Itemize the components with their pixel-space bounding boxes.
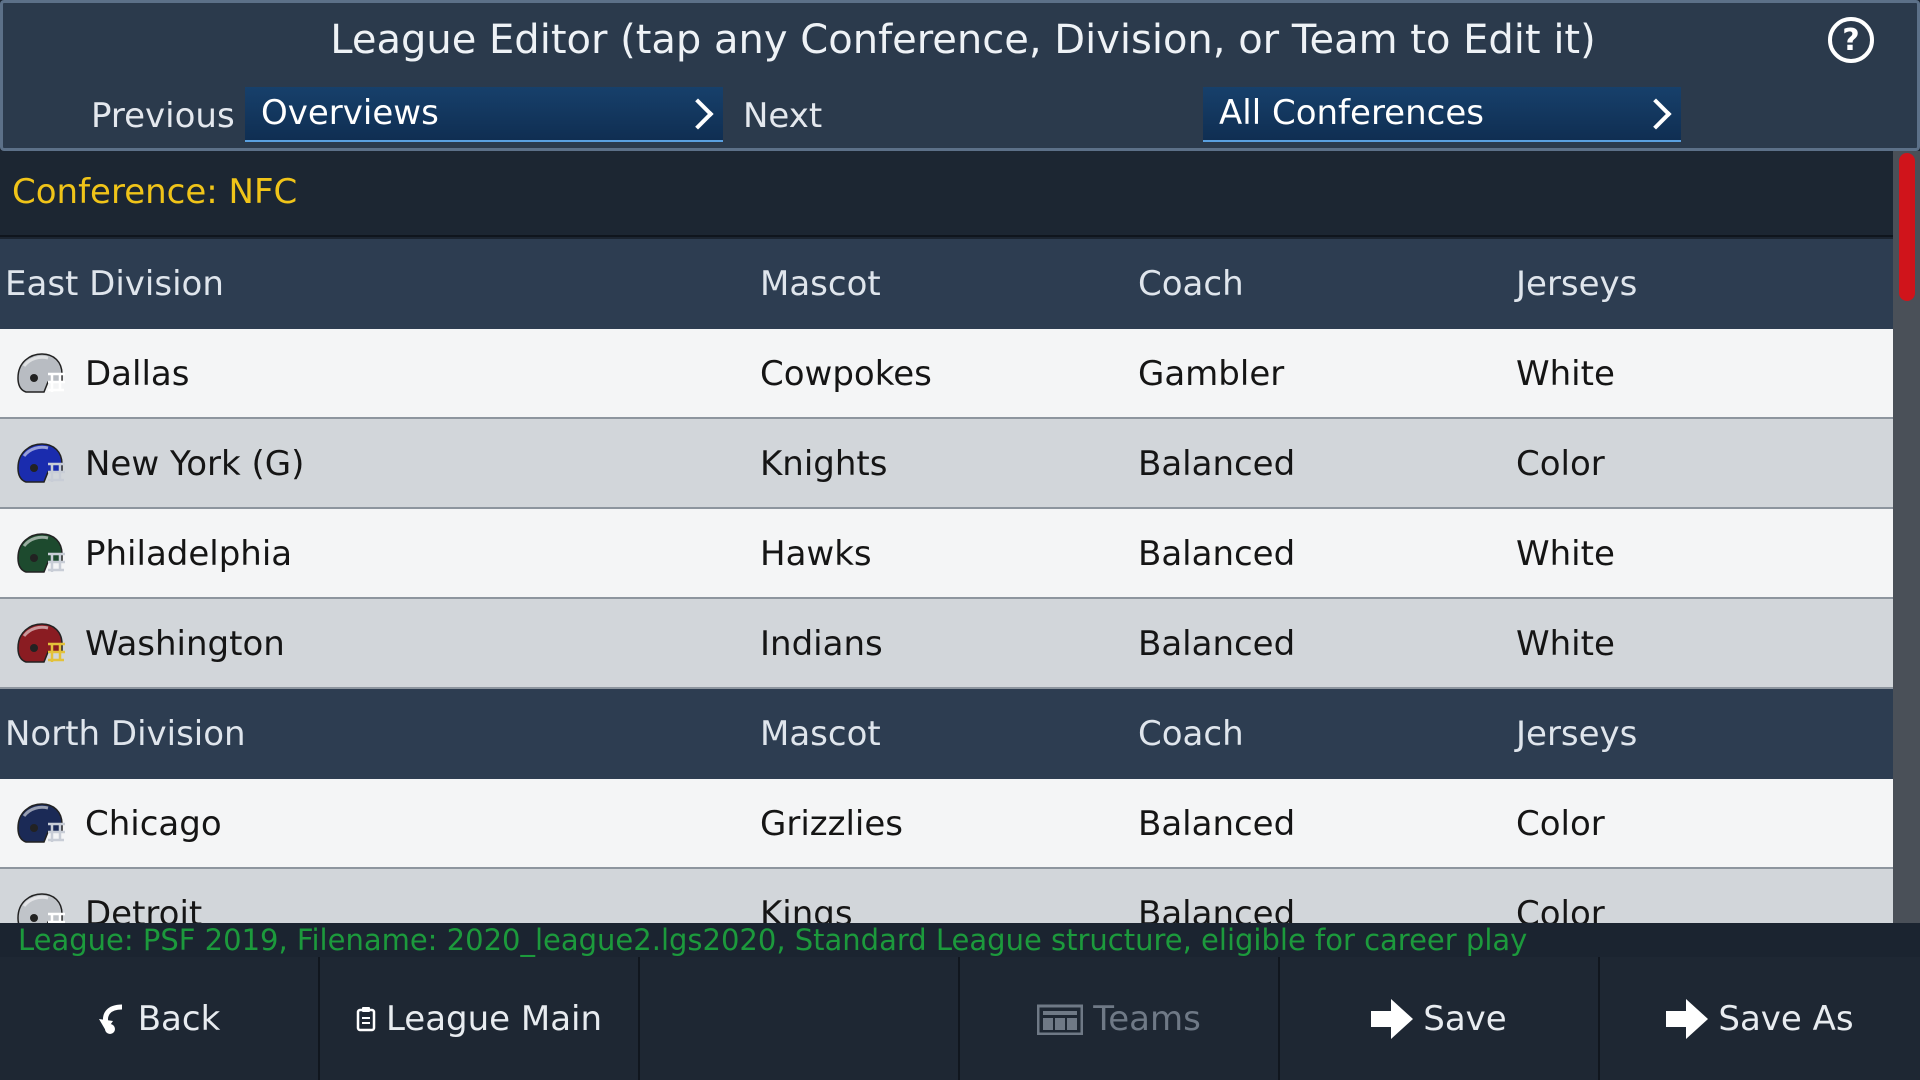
team-row[interactable]: Philadelphia Hawks Balanced White [0,509,1893,599]
team-mascot: Indians [760,624,883,664]
team-jerseys: White [1516,354,1615,394]
scrollbar-thumb[interactable] [1899,153,1915,301]
scrollbar[interactable] [1893,151,1920,923]
next-button[interactable]: Next [743,91,822,141]
team-coach: Balanced [1138,624,1296,664]
help-icon: ? [1842,22,1860,58]
helmet-icon [17,443,65,483]
back-label: Back [137,998,221,1039]
team-mascot: Hawks [760,534,872,574]
column-header-jerseys: Jerseys [1516,264,1638,304]
clipboard-icon [356,1006,376,1032]
division-header-row[interactable]: North Division Mascot Coach Jerseys [0,689,1893,779]
league-main-label: League Main [385,998,603,1039]
save-as-label: Save As [1718,998,1854,1039]
team-city: Dallas [85,354,190,394]
team-jerseys: Color [1516,894,1605,923]
save-as-button[interactable]: Save As [1600,957,1920,1080]
team-city: New York (G) [85,444,305,484]
page-title: League Editor (tap any Conference, Divis… [330,17,1596,63]
bottom-toolbar: Back League Main Teams Save Save As [0,957,1920,1080]
back-button[interactable]: Back [0,957,320,1080]
teams-label: Teams [1093,998,1201,1039]
conference-label: Conference: NFC [12,172,298,212]
column-header-coach: Coach [1138,714,1244,754]
team-coach: Balanced [1138,804,1296,844]
team-row[interactable]: Detroit Kings Balanced Color [0,869,1893,923]
back-arrow-icon [98,1003,128,1035]
team-city: Philadelphia [85,534,293,574]
team-mascot: Cowpokes [760,354,932,394]
arrow-right-icon [1666,998,1709,1039]
team-jerseys: White [1516,534,1615,574]
status-text: League: PSF 2019, Filename: 2020_league2… [0,923,1920,957]
column-header-coach: Coach [1138,264,1244,304]
column-header-mascot: Mascot [760,264,881,304]
league-table[interactable]: Conference: NFC East Division Mascot Coa… [0,151,1920,923]
column-header-jerseys: Jerseys [1516,714,1638,754]
team-mascot: Grizzlies [760,804,903,844]
view-dropdown[interactable]: Overviews [245,87,723,142]
teams-icon [1037,1003,1084,1035]
conference-dropdown-label: All Conferences [1219,93,1484,133]
view-dropdown-label: Overviews [261,93,439,133]
team-city: Washington [85,624,285,664]
chevron-right-icon [682,98,714,130]
team-city: Detroit [85,894,203,923]
previous-button[interactable]: Previous [91,91,235,141]
column-header-mascot: Mascot [760,714,881,754]
team-mascot: Knights [760,444,888,484]
team-jerseys: Color [1516,444,1605,484]
helmet-icon [17,893,65,923]
team-coach: Balanced [1138,444,1296,484]
division-name: East Division [5,264,224,304]
save-label: Save [1423,998,1507,1039]
help-button[interactable]: ? [1828,17,1874,63]
helmet-icon [17,533,65,573]
helmet-icon [17,623,65,663]
teams-button[interactable]: Teams [960,957,1280,1080]
team-row[interactable]: Chicago Grizzlies Balanced Color [0,779,1893,869]
division-name: North Division [5,714,246,754]
team-mascot: Kings [760,894,853,923]
team-row[interactable]: Washington Indians Balanced White [0,599,1893,689]
header-bar: League Editor (tap any Conference, Divis… [0,0,1920,151]
team-jerseys: Color [1516,804,1605,844]
team-coach: Gambler [1138,354,1285,394]
helmet-icon [17,803,65,843]
arrow-right-icon [1371,998,1414,1039]
team-row[interactable]: Dallas Cowpokes Gambler White [0,329,1893,419]
save-button[interactable]: Save [1280,957,1600,1080]
team-jerseys: White [1516,624,1615,664]
conference-dropdown[interactable]: All Conferences [1203,87,1681,142]
helmet-icon [17,353,65,393]
team-coach: Balanced [1138,534,1296,574]
team-city: Chicago [85,804,222,844]
empty-button-slot [640,957,960,1080]
team-coach: Balanced [1138,894,1296,923]
chevron-right-icon [1640,98,1672,130]
conference-row[interactable]: Conference: NFC [0,151,1893,237]
team-row[interactable]: New York (G) Knights Balanced Color [0,419,1893,509]
division-header-row[interactable]: East Division Mascot Coach Jerseys [0,239,1893,329]
league-main-button[interactable]: League Main [320,957,640,1080]
